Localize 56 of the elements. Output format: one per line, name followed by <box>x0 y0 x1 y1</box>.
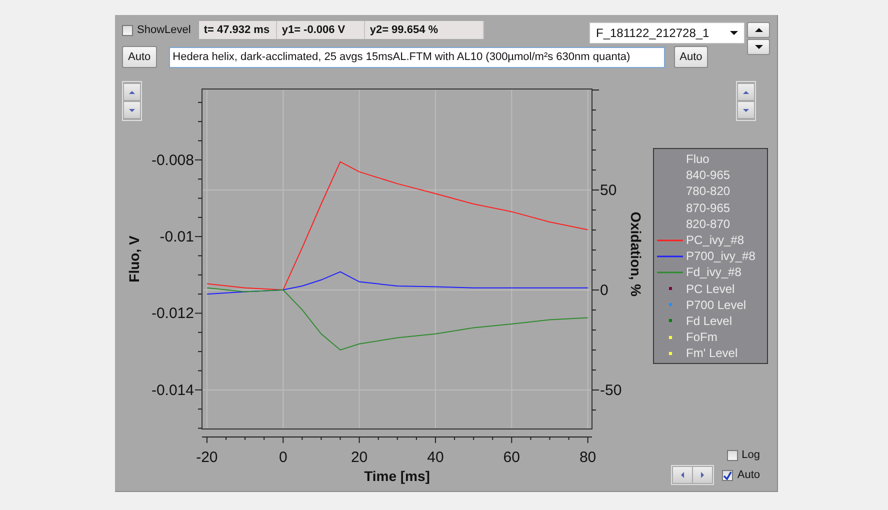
caret-icon <box>730 31 738 35</box>
legend-label: PC_ivy_#8 <box>686 233 744 248</box>
legend-label: Fm' Level <box>686 346 738 360</box>
legend-label: FoFm <box>686 330 718 344</box>
y-tick-label: -0.01 <box>160 228 194 246</box>
x-tick-label: -20 <box>196 449 218 466</box>
legend-label: P700 Level <box>686 298 746 312</box>
checkbox-label: Log <box>742 449 760 461</box>
file-dropdown[interactable]: F_181122_212728_1 <box>589 22 745 44</box>
x-tick-label: 40 <box>427 449 444 466</box>
down-arrow-icon <box>743 108 749 112</box>
auto-button[interactable]: Auto <box>122 46 157 68</box>
checkbox[interactable] <box>122 24 133 36</box>
x-tick-label: 60 <box>503 449 520 466</box>
left-button[interactable] <box>673 467 692 483</box>
legend-label: 870-965 <box>686 200 730 215</box>
y-axis-title: Fluo, V <box>126 236 142 282</box>
y-tick-label: -0.014 <box>151 382 194 399</box>
legend-label: 840-965 <box>686 168 730 182</box>
right-axis-title: Oxidation, % <box>628 212 644 296</box>
readout-value: y1= -0.006 V <box>276 21 365 39</box>
readout-value: y2= 99.654 % <box>364 21 484 39</box>
y-tick-label: -50 <box>600 382 622 399</box>
up-arrow-icon <box>129 90 135 94</box>
left-arrow-icon <box>681 472 684 478</box>
y-tick-label: -0.008 <box>151 152 194 169</box>
legend-label: P700_ivy_#8 <box>686 249 756 264</box>
right-arrow-icon <box>701 472 704 478</box>
up-button[interactable] <box>747 22 770 38</box>
x-tick-label: 20 <box>350 449 368 466</box>
down-button[interactable] <box>747 38 770 54</box>
legend-label: 780-820 <box>686 184 730 198</box>
checkbox-label: Auto <box>737 469 760 481</box>
checkbox[interactable] <box>722 470 734 480</box>
checkbox-label: ShowLevel <box>137 24 191 36</box>
down-arrow-icon <box>129 108 135 112</box>
up-arrow-icon <box>754 28 762 32</box>
x-tick-label: 80 <box>579 449 596 466</box>
up-arrow-icon <box>743 90 749 94</box>
legend-label: Fd_ivy_#8 <box>686 265 742 280</box>
comment-field[interactable]: Hedera helix, dark-acclimated, 25 avgs 15msAL.FTM with AL10 (300µmol/m²s 630nm quanta) <box>168 46 665 68</box>
y-tick-label: 0 <box>600 282 608 299</box>
y-tick-label: 50 <box>600 182 617 199</box>
legend-label: PC Level <box>686 282 735 296</box>
readout-value: t= 47.932 ms <box>198 21 277 39</box>
y-tick-label: -0.012 <box>151 305 194 322</box>
checkbox[interactable] <box>726 450 738 460</box>
auto-button[interactable]: Auto <box>674 46 708 68</box>
legend-label: Fluo <box>686 152 710 166</box>
x-axis-title: Time [ms] <box>364 468 430 484</box>
check-icon <box>723 470 732 480</box>
down-arrow-icon <box>754 44 762 48</box>
x-tick-label: 0 <box>278 449 288 466</box>
legend-label: Fd Level <box>686 314 732 328</box>
right-button[interactable] <box>693 467 712 483</box>
legend-label: 820-870 <box>686 216 730 231</box>
